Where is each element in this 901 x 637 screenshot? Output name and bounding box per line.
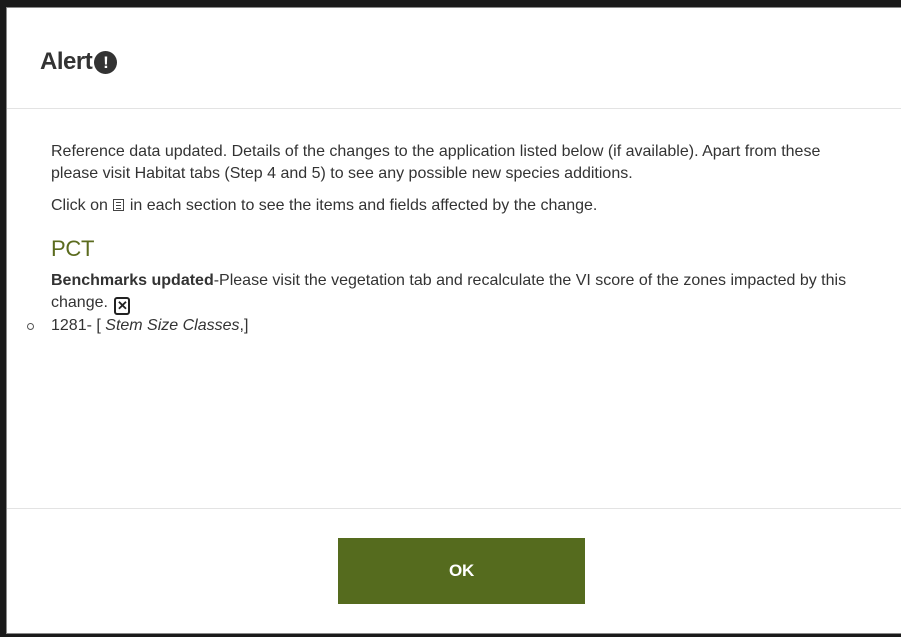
- instruction-text: Click on in each section to see the item…: [51, 195, 831, 217]
- alert-dialog: Alert ! Reference data updated. Details …: [6, 7, 901, 634]
- change-list: 1281- [ Stem Size Classes,]: [27, 315, 861, 337]
- change-code: 1281- [: [51, 316, 106, 334]
- dialog-body: Reference data updated. Details of the c…: [7, 109, 901, 509]
- section-title-pct: PCT: [51, 236, 95, 261]
- benchmark-message: Benchmarks updated-Please visit the vege…: [51, 270, 871, 315]
- ok-button[interactable]: OK: [338, 538, 585, 604]
- close-icon[interactable]: ✕: [114, 296, 131, 315]
- change-field: Stem Size Classes: [105, 316, 240, 334]
- intro-text: Reference data updated. Details of the c…: [51, 143, 821, 182]
- change-suffix: ,]: [239, 316, 249, 334]
- dialog-footer: OK: [7, 509, 901, 633]
- list-item: 1281- [ Stem Size Classes,]: [27, 315, 861, 337]
- exclamation-circle-icon: !: [94, 50, 118, 74]
- dialog-title: Alert !: [40, 48, 901, 76]
- bullet-icon: [27, 322, 34, 330]
- list-icon: [113, 199, 125, 211]
- dialog-header: Alert !: [7, 8, 901, 109]
- benchmark-label: Benchmarks updated: [51, 272, 214, 289]
- instruction-before: Click on: [51, 197, 108, 214]
- instruction-after: in each section to see the items and fie…: [129, 197, 598, 214]
- dialog-title-text: Alert: [40, 48, 93, 75]
